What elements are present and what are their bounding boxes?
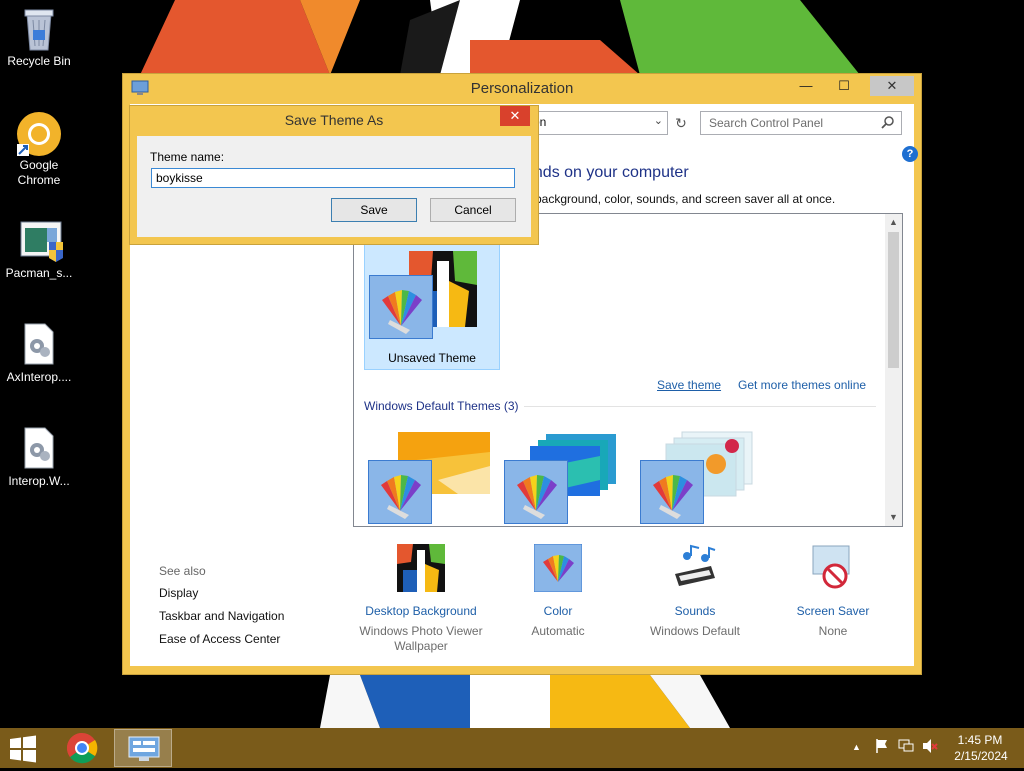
bottom-item-title: Screen Saver — [796, 604, 870, 618]
desktop-icon-axinterop[interactable]: AxInterop.... — [0, 322, 78, 385]
see-also-taskbar-link[interactable]: Taskbar and Navigation — [159, 609, 284, 623]
sounds-item[interactable]: Sounds Windows Default — [630, 544, 760, 639]
scroll-thumb[interactable] — [888, 232, 899, 368]
scroll-down-icon[interactable]: ▼ — [885, 509, 902, 526]
scroll-up-icon[interactable]: ▲ — [885, 214, 902, 231]
help-icon[interactable]: ? — [902, 146, 918, 162]
tray-chevron-icon[interactable]: ▲ — [852, 742, 861, 752]
dll-file-icon — [19, 322, 59, 366]
desktop-background-icon — [397, 544, 445, 592]
installer-icon — [19, 218, 63, 262]
bottom-item-title: Color — [543, 604, 573, 618]
theme-name-label: Theme name: — [150, 150, 225, 164]
divider — [524, 406, 876, 407]
theme-tile-label: Unsaved Theme — [388, 351, 476, 365]
sounds-icon — [671, 544, 719, 592]
save-button[interactable]: Save — [331, 198, 417, 222]
cancel-button[interactable]: Cancel — [430, 198, 516, 222]
screen-saver-item[interactable]: Screen Saver None — [768, 544, 898, 639]
dialog-title: Save Theme As — [284, 112, 384, 128]
color-palette-icon — [368, 460, 432, 524]
desktop-background-item[interactable]: Desktop Background Windows Photo Viewer … — [356, 544, 486, 654]
color-palette-icon — [533, 543, 583, 593]
scrollbar[interactable]: ▲ ▼ — [885, 214, 902, 526]
chevron-down-icon[interactable]: ⌄ — [654, 114, 663, 127]
maximize-button[interactable]: ☐ — [831, 76, 857, 96]
desktop-icon-label: AxInterop.... — [6, 370, 72, 384]
color-palette-icon — [504, 460, 568, 524]
address-bar[interactable]: on ⌄ — [526, 111, 668, 135]
desktop-icon-pacman[interactable]: Pacman_s... — [0, 218, 78, 281]
default-themes-header: Windows Default Themes (3) — [364, 399, 519, 413]
bottom-item-subtitle: Windows Default — [649, 624, 741, 638]
color-palette-icon — [640, 460, 704, 524]
theme-tile-unsaved[interactable]: Unsaved Theme — [364, 230, 500, 370]
flag-icon[interactable] — [874, 738, 890, 754]
save-theme-link[interactable]: Save theme — [657, 378, 721, 392]
theme-tile-windows[interactable] — [364, 424, 494, 524]
theme-name-input[interactable] — [151, 168, 515, 188]
refresh-icon[interactable]: ↻ — [670, 112, 692, 134]
search-placeholder: Search Control Panel — [709, 116, 824, 130]
recycle-bin-icon — [19, 6, 59, 51]
see-also-ease-of-access-link[interactable]: Ease of Access Center — [159, 632, 280, 646]
page-subheading: p background, color, sounds, and screen … — [525, 192, 836, 206]
color-palette-icon — [369, 275, 433, 339]
see-also-heading: See also — [159, 564, 206, 578]
theme-tile-lines-and-colors[interactable] — [500, 424, 630, 524]
save-theme-dialog: Save Theme As ✕ Theme name: Save Cancel — [130, 106, 538, 244]
desktop-icon-label: Pacman_s... — [5, 266, 73, 280]
dialog-content: Theme name: Save Cancel — [137, 136, 531, 237]
search-input[interactable]: Search Control Panel — [700, 111, 902, 135]
bottom-item-title: Desktop Background — [365, 604, 477, 618]
bottom-item-subtitle: Windows Photo Viewer Wallpaper — [359, 624, 483, 653]
control-panel-icon — [128, 736, 160, 761]
volume-muted-icon[interactable] — [922, 738, 938, 754]
search-icon[interactable] — [881, 115, 895, 129]
close-button[interactable]: ✕ — [870, 76, 914, 96]
see-also-display-link[interactable]: Display — [159, 586, 198, 600]
chrome-taskbar-icon[interactable] — [62, 730, 102, 766]
desktop-icon-google-chrome[interactable]: Google Chrome — [0, 110, 78, 188]
theme-list: Unsaved Theme Save theme Get more themes… — [353, 213, 903, 527]
clock-time[interactable]: 1:45 PM — [950, 733, 1010, 747]
desktop-icon-label: Google Chrome — [17, 158, 61, 187]
bottom-item-subtitle: Automatic — [531, 624, 585, 638]
taskbar: ▲ 1:45 PM 2/15/2024 — [0, 728, 1024, 768]
network-icon[interactable] — [898, 738, 914, 754]
bottom-item-title: Sounds — [674, 604, 716, 618]
dll-file-icon — [19, 426, 59, 470]
dialog-close-button[interactable]: ✕ — [500, 106, 530, 126]
clock-date[interactable]: 2/15/2024 — [946, 749, 1016, 763]
page-heading: unds on your computer — [525, 164, 689, 181]
desktop-icon-recycle-bin[interactable]: Recycle Bin — [0, 6, 78, 69]
minimize-button[interactable]: — — [793, 76, 819, 96]
screen-saver-icon — [809, 544, 857, 592]
windows-start-icon[interactable] — [8, 735, 38, 763]
color-item[interactable]: Color Automatic — [493, 543, 623, 639]
theme-tile-flowers[interactable] — [636, 424, 766, 524]
control-panel-taskbar-button[interactable] — [114, 729, 172, 767]
bottom-item-subtitle: None — [818, 624, 848, 638]
desktop-icon-label: Interop.W... — [8, 474, 70, 488]
get-more-themes-link[interactable]: Get more themes online — [738, 378, 866, 392]
chrome-icon — [17, 110, 61, 156]
desktop-icon-interop[interactable]: Interop.W... — [0, 426, 78, 489]
desktop-icon-label: Recycle Bin — [7, 54, 71, 68]
